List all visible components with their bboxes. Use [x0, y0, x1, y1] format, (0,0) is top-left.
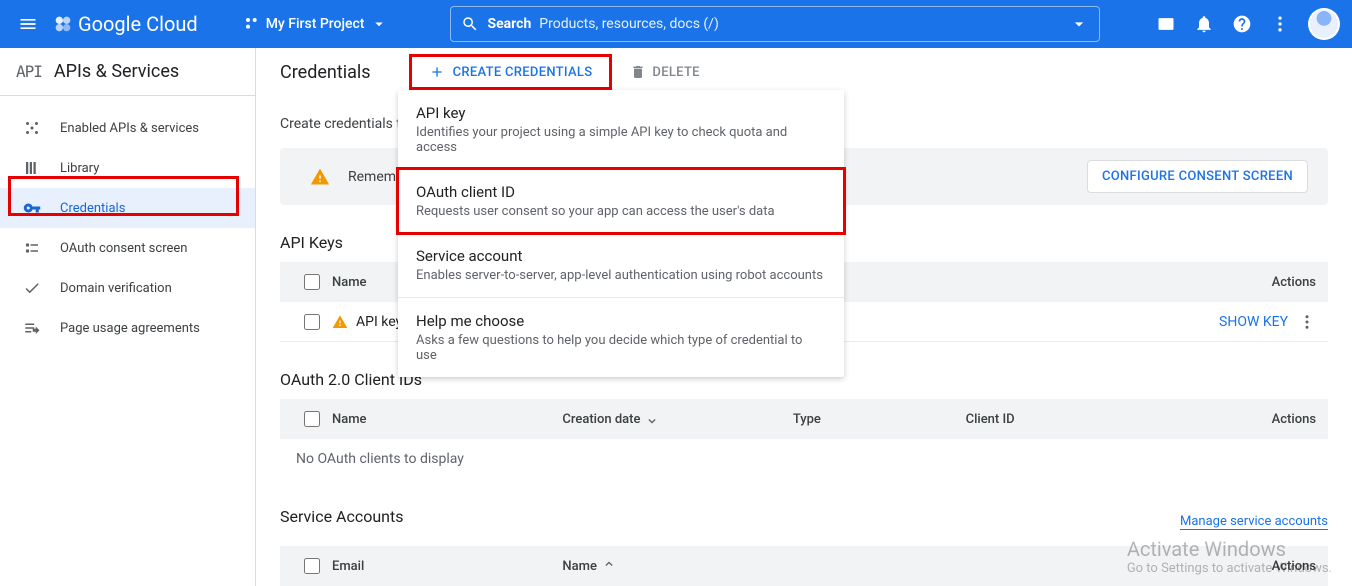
search-placeholder: Products, resources, docs (/)	[539, 16, 1069, 32]
sidebar-item-domain-verification[interactable]: Domain verification	[0, 268, 255, 308]
search-icon	[461, 15, 479, 33]
plus-icon	[429, 64, 445, 80]
content: Credentials CREATE CREDENTIALS DELETE AP…	[256, 48, 1352, 586]
verified-icon	[20, 279, 44, 297]
select-all-checkbox[interactable]	[304, 274, 320, 290]
hamburger-menu-icon[interactable]	[12, 8, 44, 40]
notifications-icon[interactable]	[1194, 14, 1214, 34]
api-icon: API	[16, 62, 42, 81]
avatar[interactable]	[1308, 8, 1340, 40]
select-all-checkbox[interactable]	[304, 558, 320, 574]
sidebar-item-label: Enabled APIs & services	[60, 121, 199, 136]
select-all-checkbox[interactable]	[304, 411, 320, 427]
trash-icon	[630, 64, 646, 80]
manage-service-accounts-link[interactable]: Manage service accounts	[1180, 514, 1328, 530]
search-bar[interactable]: Search Products, resources, docs (/)	[450, 6, 1100, 42]
row-checkbox[interactable]	[304, 314, 320, 330]
dropdown-item-api-key[interactable]: API key Identifies your project using a …	[398, 90, 844, 169]
create-button-label: CREATE CREDENTIALS	[453, 65, 593, 80]
oauth-table: Name Creation date Type Client ID Action…	[280, 399, 1328, 479]
create-credentials-dropdown: API key Identifies your project using a …	[398, 90, 844, 377]
dropdown-item-oauth-client[interactable]: OAuth client ID Requests user consent so…	[398, 169, 844, 233]
topbar-actions	[1156, 8, 1340, 40]
google-cloud-logo[interactable]: Google Cloud	[52, 12, 198, 36]
sidebar-item-label: Domain verification	[60, 281, 172, 296]
dropdown-item-service-account[interactable]: Service account Enables server-to-server…	[398, 233, 844, 297]
search-label: Search	[487, 16, 531, 32]
show-key-link[interactable]: SHOW KEY	[1219, 314, 1288, 330]
sidebar-item-label: OAuth consent screen	[60, 241, 187, 256]
arrow-up-icon	[601, 558, 617, 574]
arrow-down-icon	[644, 411, 660, 427]
warning-icon	[310, 167, 330, 187]
sidebar-item-library[interactable]: Library	[0, 148, 255, 188]
sidebar-item-label: Library	[60, 161, 99, 176]
project-name: My First Project	[266, 16, 365, 32]
consent-icon	[20, 239, 44, 257]
dropdown-item-title: Help me choose	[416, 312, 826, 330]
content-header: Credentials CREATE CREDENTIALS DELETE	[280, 48, 1328, 96]
sidebar: API APIs & Services Enabled APIs & servi…	[0, 48, 256, 586]
sidebar-title-row: API APIs & Services	[0, 48, 255, 96]
table-header: Name Creation date Type Client ID Action…	[280, 399, 1328, 439]
more-vert-icon[interactable]	[1270, 14, 1290, 34]
col-name: Name	[332, 412, 562, 427]
dropdown-item-title: OAuth client ID	[416, 183, 826, 201]
project-selector[interactable]: My First Project	[238, 15, 395, 33]
col-email: Email	[332, 559, 562, 574]
col-type: Type	[793, 412, 966, 427]
dropdown-item-title: Service account	[416, 247, 826, 265]
dropdown-item-sub: Identifies your project using a simple A…	[416, 125, 826, 155]
library-icon	[20, 159, 44, 177]
sidebar-item-credentials[interactable]: Credentials	[0, 188, 255, 228]
dropdown-item-sub: Enables server-to-server, app-level auth…	[416, 268, 826, 283]
dropdown-item-title: API key	[416, 104, 826, 122]
table-header: Email Name Actions	[280, 546, 1328, 586]
empty-state: No OAuth clients to display	[280, 439, 1328, 479]
page-title: Credentials	[280, 62, 371, 83]
col-date[interactable]: Creation date	[562, 411, 792, 427]
help-icon[interactable]	[1232, 14, 1252, 34]
service-accounts-table: Email Name Actions No service accounts t…	[280, 546, 1328, 586]
col-actions: Actions	[1196, 559, 1316, 574]
service-accounts-section: Service Accounts Manage service accounts…	[280, 507, 1328, 586]
chevron-down-icon	[370, 15, 388, 33]
more-vert-icon[interactable]	[1298, 313, 1316, 331]
sidebar-item-label: Page usage agreements	[60, 321, 200, 336]
create-credentials-button[interactable]: CREATE CREDENTIALS	[429, 64, 593, 80]
page-usage-icon	[20, 319, 44, 337]
logo-text: Google Cloud	[78, 12, 198, 36]
sidebar-item-oauth-consent[interactable]: OAuth consent screen	[0, 228, 255, 268]
configure-consent-button[interactable]: CONFIGURE CONSENT SCREEN	[1087, 160, 1308, 193]
col-name[interactable]: Name	[562, 558, 792, 574]
col-client: Client ID	[966, 412, 1196, 427]
dropdown-item-sub: Requests user consent so your app can ac…	[416, 204, 826, 219]
sidebar-title: APIs & Services	[54, 61, 179, 82]
api-enabled-icon	[20, 119, 44, 137]
delete-button-label: DELETE	[652, 65, 699, 80]
dropdown-item-help-choose[interactable]: Help me choose Asks a few questions to h…	[398, 298, 844, 377]
sidebar-item-label: Credentials	[60, 201, 125, 216]
chevron-down-icon	[1069, 14, 1089, 34]
dropdown-item-sub: Asks a few questions to help you decide …	[416, 333, 826, 363]
col-actions: Actions	[1196, 275, 1316, 290]
delete-button[interactable]: DELETE	[630, 64, 699, 80]
section-title: Service Accounts	[280, 507, 403, 526]
col-actions: Actions	[1196, 412, 1316, 427]
key-icon	[20, 199, 44, 217]
oauth-section: OAuth 2.0 Client IDs Name Creation date …	[280, 370, 1328, 479]
warning-icon	[332, 314, 348, 330]
sidebar-item-page-usage[interactable]: Page usage agreements	[0, 308, 255, 348]
cloud-shell-icon[interactable]	[1156, 14, 1176, 34]
topbar: Google Cloud My First Project Search Pro…	[0, 0, 1352, 48]
sidebar-item-enabled-apis[interactable]: Enabled APIs & services	[0, 108, 255, 148]
